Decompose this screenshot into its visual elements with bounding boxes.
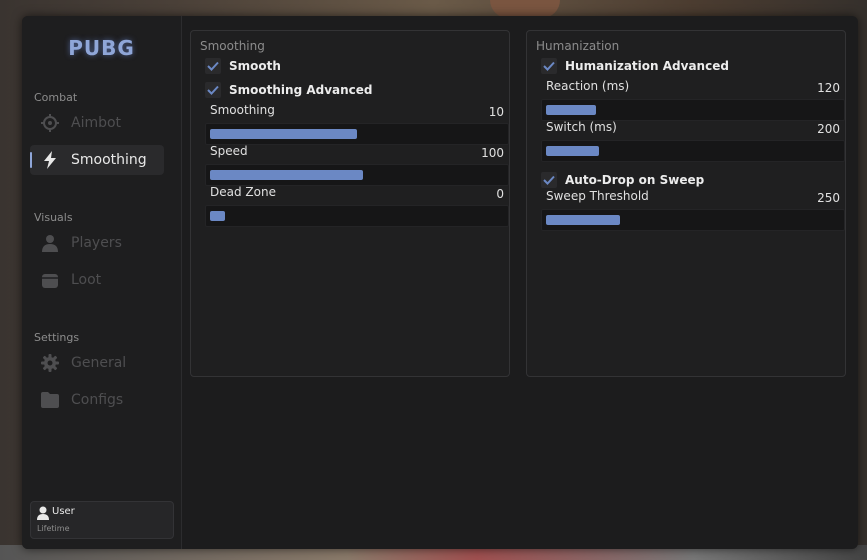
sweep-threshold-slider[interactable]	[541, 209, 845, 231]
slider-value-switch: 200	[817, 122, 840, 136]
slider-label-speed: Speed	[210, 144, 248, 158]
slider-value-speed: 100	[481, 146, 504, 160]
slider-fill	[210, 129, 357, 139]
sidebar-item-configs[interactable]: Configs	[30, 385, 164, 415]
sidebar-item-loot[interactable]: Loot	[30, 265, 164, 295]
checkbox-label: Smooth	[229, 59, 281, 73]
user-name: User	[52, 506, 75, 517]
person-icon	[40, 233, 60, 253]
check-icon	[205, 82, 221, 98]
slider-fill	[546, 215, 620, 225]
folder-icon	[40, 390, 60, 410]
slider-label-sweep-threshold: Sweep Threshold	[546, 189, 649, 203]
panel-title: Humanization	[536, 39, 620, 53]
user-card[interactable]: User Lifetime	[30, 501, 174, 539]
user-license: Lifetime	[37, 524, 70, 533]
user-icon	[37, 505, 49, 524]
sidebar-item-label: Loot	[71, 272, 102, 288]
auto-drop-checkbox[interactable]: Auto-Drop on Sweep	[541, 170, 704, 190]
app-logo: PUBG	[68, 36, 135, 60]
sidebar: PUBG Combat Aimbot Smoothing Visuals Pla…	[22, 16, 182, 549]
section-label-settings: Settings	[34, 331, 80, 344]
slider-label-dead-zone: Dead Zone	[210, 185, 276, 199]
crosshair-icon	[40, 113, 60, 133]
slider-value-reaction: 120	[817, 81, 840, 95]
sidebar-item-label: Configs	[71, 392, 124, 408]
check-icon	[541, 58, 557, 74]
slider-label-smoothing: Smoothing	[210, 103, 275, 117]
sidebar-item-smoothing[interactable]: Smoothing	[30, 145, 164, 175]
menu-window: PUBG Combat Aimbot Smoothing Visuals Pla…	[22, 16, 858, 549]
speed-slider[interactable]	[205, 164, 509, 186]
box-icon	[40, 270, 60, 290]
slider-label-reaction: Reaction (ms)	[546, 79, 630, 93]
checkbox-label: Smoothing Advanced	[229, 83, 373, 97]
sidebar-item-label: General	[71, 355, 127, 371]
slider-value-sweep-threshold: 250	[817, 191, 840, 205]
smoothing-slider[interactable]	[205, 123, 509, 145]
slider-value-dead-zone: 0	[496, 187, 504, 201]
sidebar-item-general[interactable]: General	[30, 348, 164, 378]
smoothing-advanced-checkbox[interactable]: Smoothing Advanced	[205, 80, 373, 100]
section-label-visuals: Visuals	[34, 211, 73, 224]
checkbox-label: Auto-Drop on Sweep	[565, 173, 705, 187]
humanization-advanced-checkbox[interactable]: Humanization Advanced	[541, 56, 729, 76]
slider-fill	[546, 105, 596, 115]
switch-slider[interactable]	[541, 140, 845, 162]
reaction-slider[interactable]	[541, 99, 845, 121]
slider-fill	[546, 146, 599, 156]
check-icon	[541, 172, 557, 188]
sidebar-item-label: Aimbot	[71, 115, 122, 131]
smoothing-panel: Smoothing Smooth Smoothing Advanced Smoo…	[190, 30, 510, 377]
humanization-panel: Humanization Humanization Advanced React…	[526, 30, 846, 377]
dead-zone-slider[interactable]	[205, 205, 509, 227]
panel-title: Smoothing	[200, 39, 265, 53]
sidebar-item-players[interactable]: Players	[30, 228, 164, 258]
sidebar-item-label: Players	[71, 235, 122, 251]
slider-value-smoothing: 10	[488, 105, 504, 119]
gear-icon	[40, 353, 60, 373]
sidebar-item-aimbot[interactable]: Aimbot	[30, 108, 164, 138]
slider-fill	[210, 211, 225, 221]
checkbox-label: Humanization Advanced	[565, 59, 729, 73]
lightning-icon	[40, 150, 60, 170]
slider-fill	[210, 170, 363, 180]
check-icon	[205, 58, 221, 74]
smooth-checkbox[interactable]: Smooth	[205, 56, 281, 76]
sidebar-item-label: Smoothing	[71, 152, 147, 168]
slider-label-switch: Switch (ms)	[546, 120, 617, 134]
section-label-combat: Combat	[34, 91, 78, 104]
